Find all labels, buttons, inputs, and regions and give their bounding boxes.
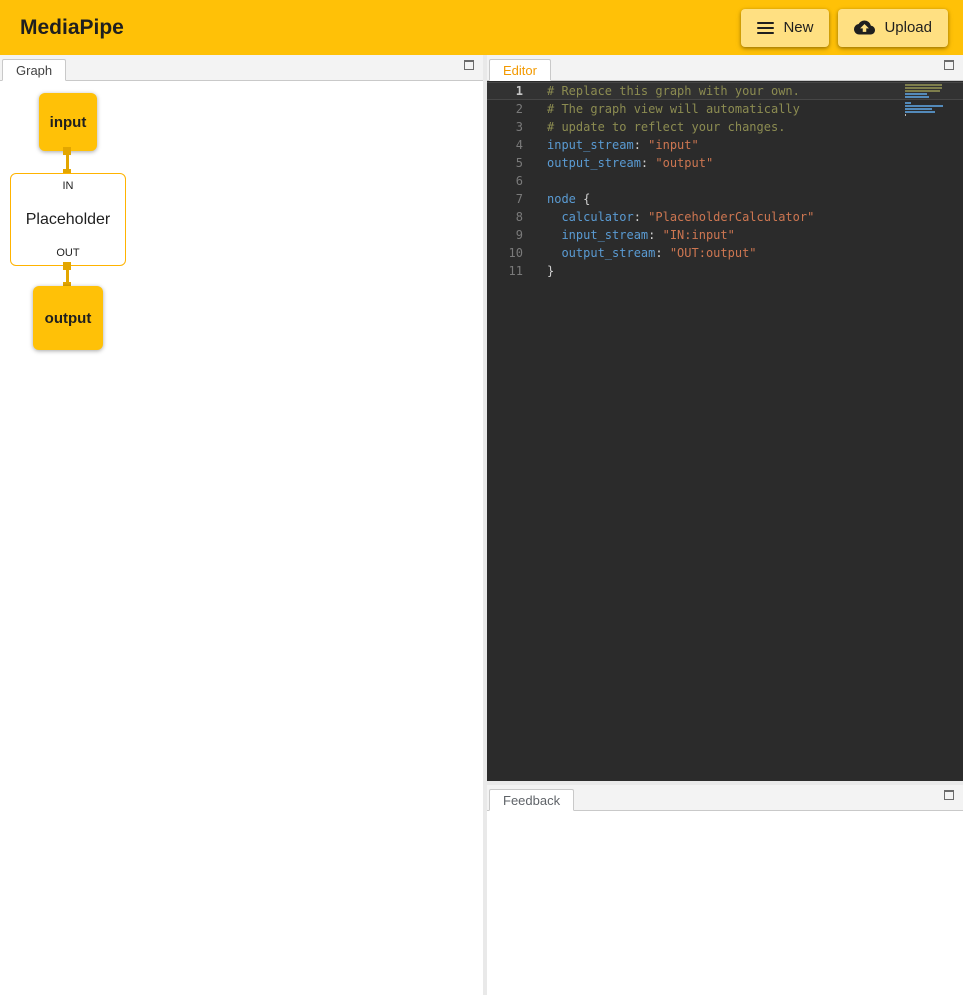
code-line-4[interactable]: 4 input_stream: "input" <box>487 136 963 154</box>
code-text: input_stream: "IN:input" <box>547 226 735 244</box>
feedback-panel: Feedback <box>487 785 963 995</box>
code-line-10[interactable]: 10 output_stream: "OUT:output" <box>487 244 963 262</box>
code-line-11[interactable]: 11} <box>487 262 963 280</box>
editor-panel: Editor 1 # Replace this graph with your o… <box>487 55 963 781</box>
code-text: # update to reflect your changes. <box>547 118 785 136</box>
tab-graph[interactable]: Graph <box>2 59 66 81</box>
code-text: calculator: "PlaceholderCalculator" <box>547 208 814 226</box>
line-number: 3 <box>487 118 523 136</box>
graph-node-placeholder[interactable]: IN Placeholder OUT <box>10 173 126 266</box>
graph-canvas[interactable]: input IN Placeholder OUT output <box>0 81 483 995</box>
minimap-line <box>905 87 942 89</box>
minimap-line <box>905 90 940 92</box>
minimap-line <box>905 102 911 104</box>
tab-feedback[interactable]: Feedback <box>489 789 574 811</box>
minimap-line <box>905 108 932 110</box>
code-editor[interactable]: 1 # Replace this graph with your own. 2 # T… <box>487 81 963 781</box>
line-number: 11 <box>487 262 523 280</box>
tab-editor[interactable]: Editor <box>489 59 551 81</box>
placeholder-out-port-label: OUT <box>56 247 79 259</box>
new-button[interactable]: New <box>741 9 829 47</box>
graph-tabstrip: Graph <box>0 55 483 81</box>
code-line-6[interactable]: 6 <box>487 172 963 190</box>
main-layout: Graph input IN Placeholder OUT output <box>0 55 963 995</box>
line-number: 1 <box>487 82 523 100</box>
minimap-line <box>905 111 935 113</box>
placeholder-in-port-label: IN <box>63 180 74 192</box>
graph-node-input-label: input <box>50 114 87 131</box>
editor-minimap[interactable] <box>905 84 943 117</box>
code-line-3[interactable]: 3 # update to reflect your changes. <box>487 118 963 136</box>
new-button-label: New <box>783 19 813 36</box>
app-title: MediaPipe <box>20 16 124 40</box>
graph-node-input[interactable]: input <box>39 93 97 151</box>
upload-button-label: Upload <box>884 19 932 36</box>
editor-maximize-icon[interactable] <box>944 60 954 70</box>
code-lines: 1 # Replace this graph with your own. 2 # T… <box>487 82 963 280</box>
right-column: Editor 1 # Replace this graph with your o… <box>487 55 963 995</box>
feedback-tabstrip: Feedback <box>487 785 963 811</box>
graph-edge-placeholder-to-output <box>66 266 69 286</box>
line-number: 6 <box>487 172 523 190</box>
line-number: 8 <box>487 208 523 226</box>
code-line-8[interactable]: 8 calculator: "PlaceholderCalculator" <box>487 208 963 226</box>
new-list-icon <box>757 22 774 34</box>
code-line-1[interactable]: 1 # Replace this graph with your own. <box>487 82 963 100</box>
code-line-9[interactable]: 9 input_stream: "IN:input" <box>487 226 963 244</box>
code-line-2[interactable]: 2 # The graph view will automatically <box>487 100 963 118</box>
graph-panel: Graph input IN Placeholder OUT output <box>0 55 483 995</box>
minimap-line <box>905 96 929 98</box>
code-text: output_stream: "OUT:output" <box>547 244 757 262</box>
graph-node-output[interactable]: output <box>33 286 103 350</box>
code-text: output_stream: "output" <box>547 154 713 172</box>
header-actions: New Upload <box>741 9 948 47</box>
minimap-line <box>905 114 906 116</box>
feedback-content <box>487 811 963 995</box>
line-number: 5 <box>487 154 523 172</box>
line-number: 7 <box>487 190 523 208</box>
upload-button[interactable]: Upload <box>838 9 948 47</box>
minimap-line <box>905 93 927 95</box>
code-line-7[interactable]: 7 node { <box>487 190 963 208</box>
line-number: 9 <box>487 226 523 244</box>
tab-graph-label: Graph <box>16 63 52 78</box>
tab-feedback-label: Feedback <box>503 793 560 808</box>
code-text: } <box>547 262 554 280</box>
minimap-line <box>905 84 942 86</box>
code-line-5[interactable]: 5 output_stream: "output" <box>487 154 963 172</box>
minimap-line <box>905 99 943 101</box>
line-number: 2 <box>487 100 523 118</box>
upload-cloud-icon <box>854 17 875 38</box>
code-text: # The graph view will automatically <box>547 100 800 118</box>
feedback-maximize-icon[interactable] <box>944 790 954 800</box>
tab-editor-label: Editor <box>503 63 537 78</box>
line-number: 4 <box>487 136 523 154</box>
minimap-line <box>905 105 943 107</box>
code-text: # Replace this graph with your own. <box>547 82 800 100</box>
line-number: 10 <box>487 244 523 262</box>
code-text: input_stream: "input" <box>547 136 699 154</box>
code-text: node { <box>547 190 590 208</box>
graph-edge-input-to-placeholder <box>66 151 69 173</box>
editor-tabstrip: Editor <box>487 55 963 81</box>
graph-node-output-label: output <box>45 310 92 327</box>
graph-maximize-icon[interactable] <box>464 60 474 70</box>
graph-node-placeholder-label: Placeholder <box>26 211 111 229</box>
app-header: MediaPipe New Upload <box>0 0 963 55</box>
